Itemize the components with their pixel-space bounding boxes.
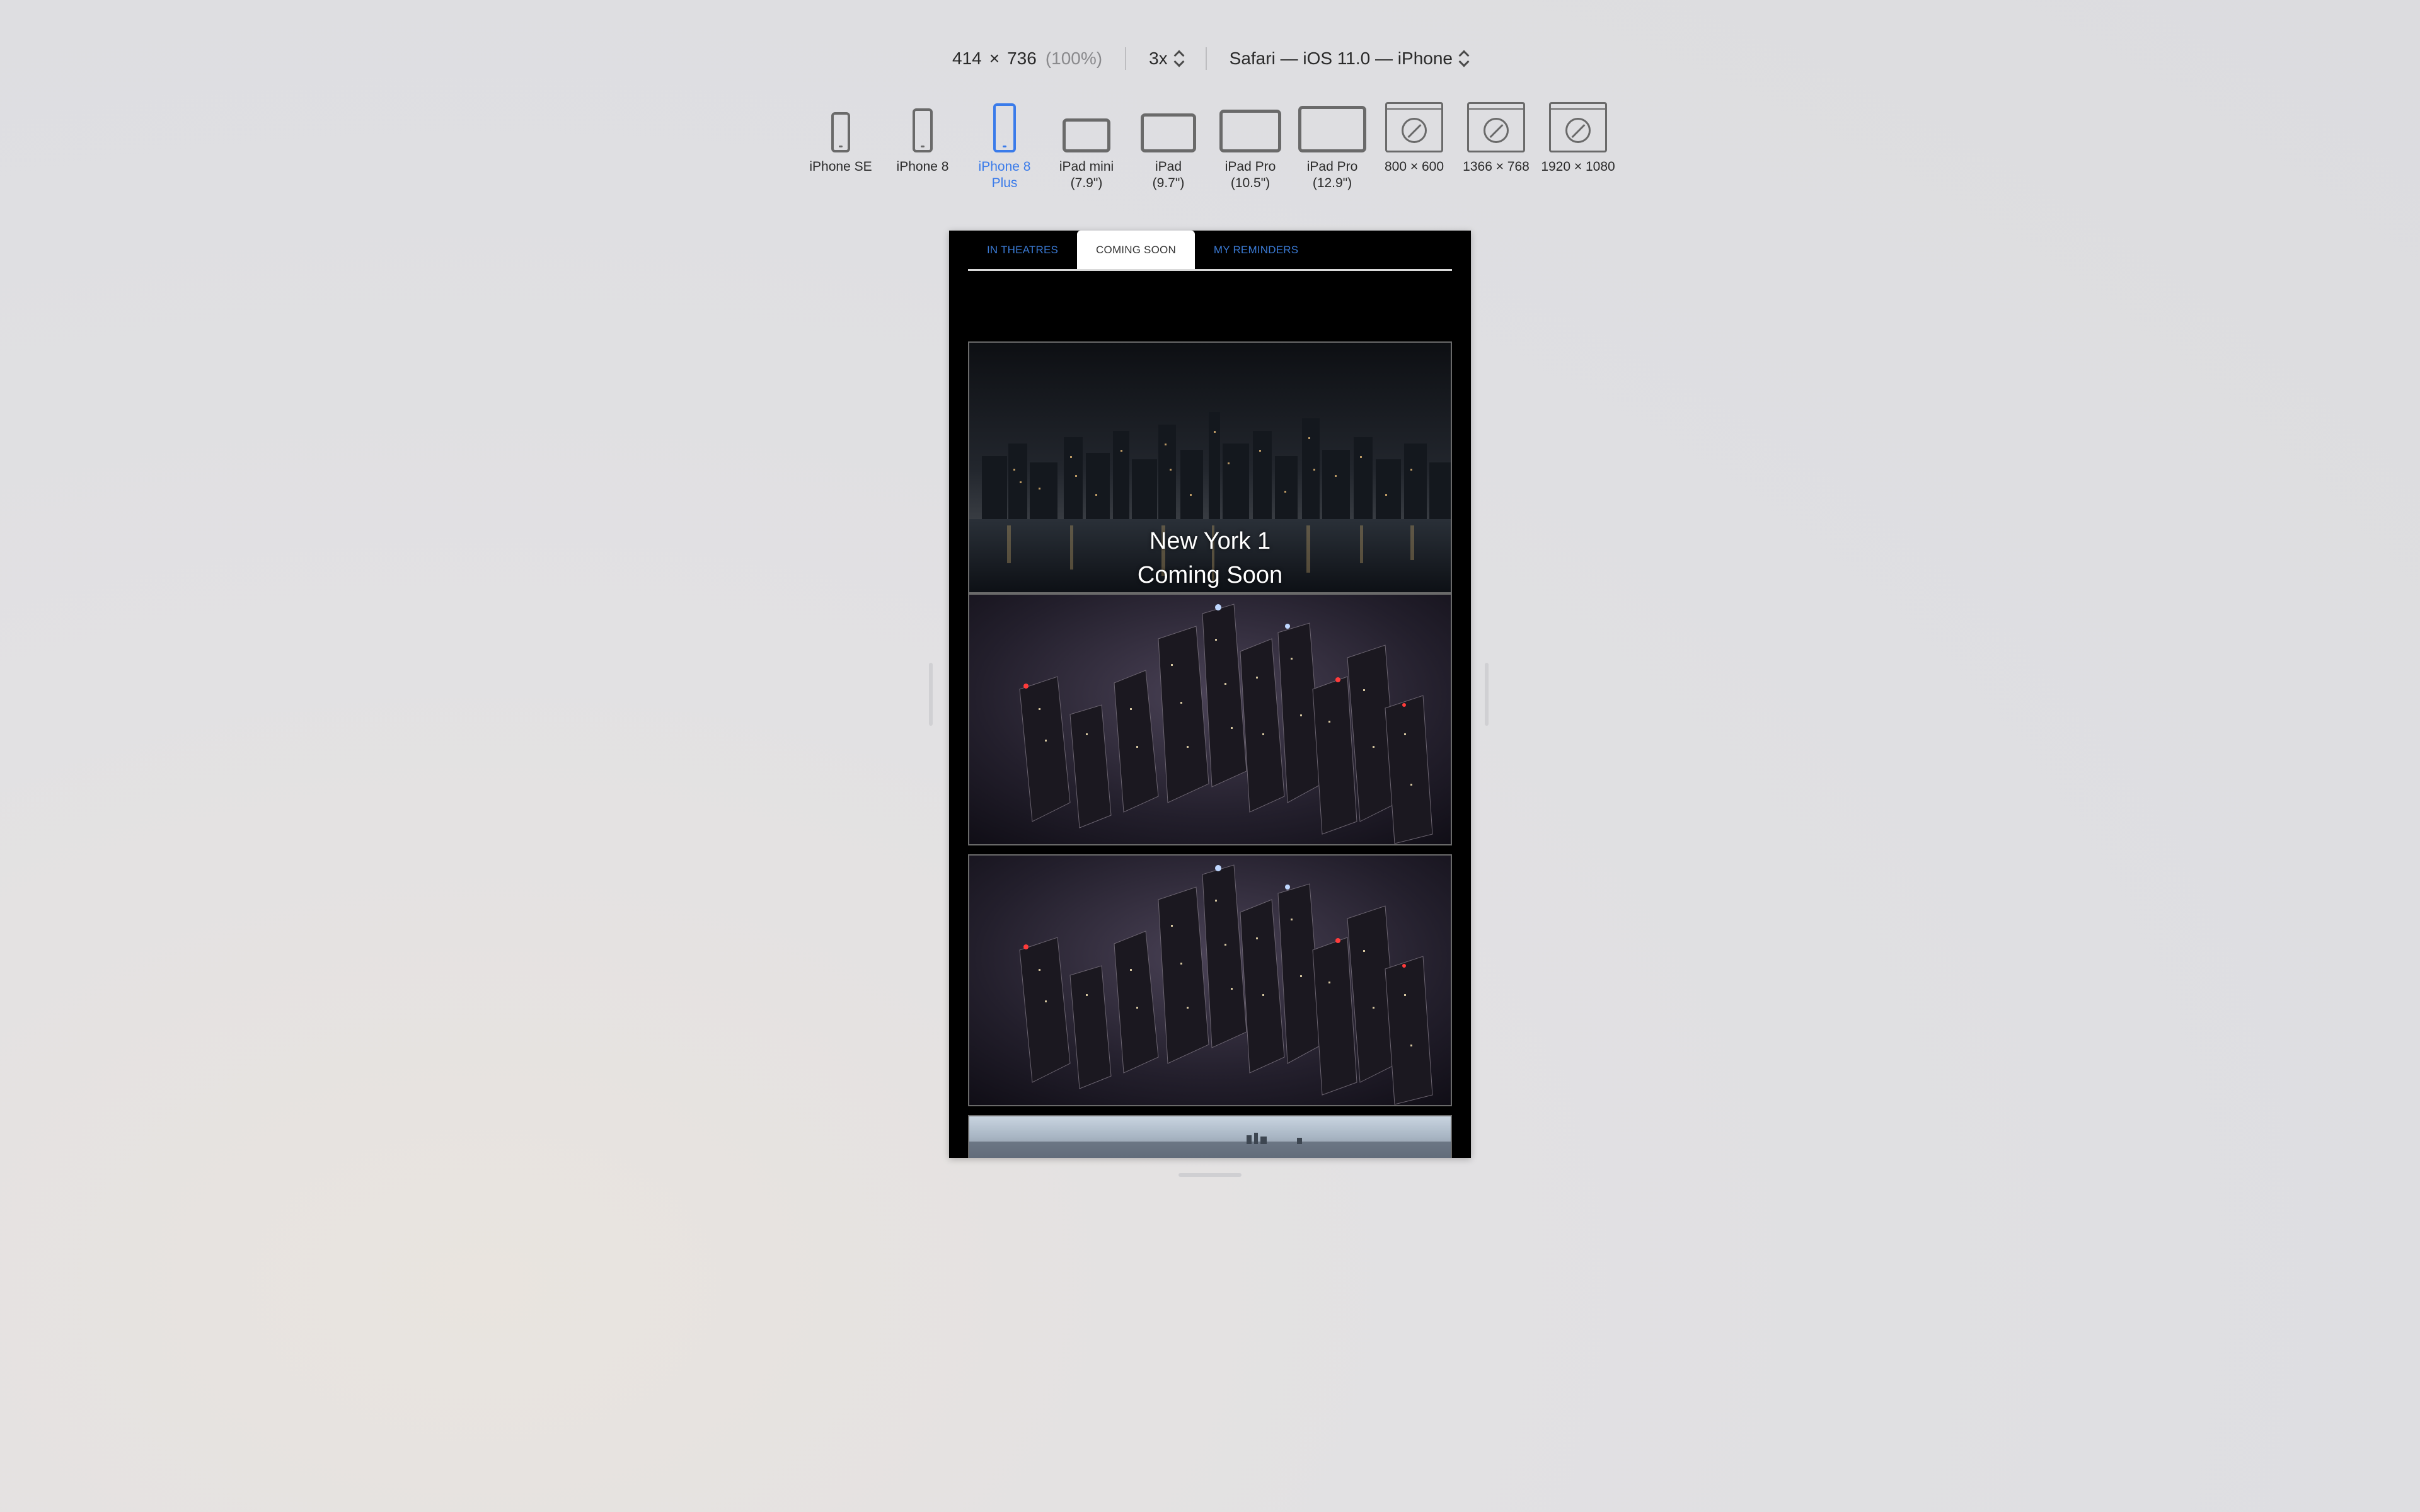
device-label: 1366 × 768 (1463, 159, 1530, 174)
device-ipad-pro-12[interactable]: iPad Pro (12.9") (1291, 101, 1373, 192)
device-label: iPad Pro (1224, 159, 1276, 174)
device-1920x1080[interactable]: 1920 × 1080 (1537, 101, 1619, 175)
movie-card[interactable]: New York 1 Coming Soon (968, 341, 1452, 593)
iphone-icon (913, 108, 933, 152)
city-aerial-night-image (969, 595, 1451, 844)
viewport-width: 414 (952, 49, 982, 68)
movie-card[interactable] (968, 1115, 1452, 1158)
pixel-ratio-value: 3x (1149, 49, 1168, 68)
movie-title: New York 1 (1149, 528, 1271, 554)
viewport-height: 736 (1007, 49, 1037, 68)
ipad-icon (1063, 118, 1110, 152)
device-label: iPhone 8 (896, 159, 949, 174)
tab-in-theatres[interactable]: IN THEATRES (968, 231, 1077, 269)
safari-window-icon (1467, 102, 1525, 152)
device-viewport: IN THEATRES COMING SOON MY REMINDERS New… (949, 231, 1471, 1158)
movie-list: New York 1 Coming Soon (968, 341, 1452, 1158)
device-presets: iPhone SE iPhone 8 iPhone 8 Plus iPad mi… (0, 101, 2420, 195)
device-iphone-8-plus[interactable]: iPhone 8 Plus (964, 101, 1046, 192)
device-iphone-se[interactable]: iPhone SE (800, 101, 882, 175)
device-label: 800 × 600 (1384, 159, 1444, 174)
movie-status: Coming Soon (1137, 562, 1283, 588)
iphone-icon (993, 103, 1016, 152)
device-800x600[interactable]: 800 × 600 (1373, 101, 1455, 175)
user-agent-value: Safari — iOS 11.0 — iPhone (1229, 49, 1453, 68)
device-ipad-pro-10[interactable]: iPad Pro (10.5") (1209, 101, 1291, 192)
device-label: iPhone 8 (978, 159, 1031, 174)
compass-icon (1565, 118, 1591, 143)
device-label-line2: (12.9") (1312, 176, 1352, 190)
city-aerial-day-image (969, 1116, 1451, 1158)
iphone-icon (831, 112, 850, 152)
city-aerial-night-image (969, 856, 1451, 1105)
pixel-ratio-select[interactable]: 3x (1126, 49, 1206, 69)
responsive-toolbar: 414 × 736 (100%) 3x Safari — iOS 11.0 — … (0, 44, 2420, 73)
ipad-icon (1298, 106, 1366, 152)
resize-handle-right[interactable] (1485, 663, 1489, 726)
device-label-line2: (7.9") (1070, 176, 1103, 190)
movie-card[interactable] (968, 854, 1452, 1106)
chevron-updown-icon (1174, 50, 1183, 67)
device-1366x768[interactable]: 1366 × 768 (1455, 101, 1537, 175)
safari-window-icon (1549, 102, 1607, 152)
device-label: iPad Pro (1306, 159, 1358, 174)
zoom-level: (100%) (1045, 49, 1103, 68)
device-label-line2: (10.5") (1230, 176, 1270, 190)
size-separator: × (989, 49, 1000, 68)
device-ipad[interactable]: iPad (9.7") (1127, 101, 1209, 192)
compass-icon (1484, 118, 1509, 143)
device-label-line2: (9.7") (1152, 176, 1185, 190)
ipad-icon (1141, 113, 1196, 152)
resize-handle-bottom[interactable] (1178, 1173, 1242, 1177)
device-label: 1920 × 1080 (1541, 159, 1615, 174)
device-label: iPad (1155, 159, 1182, 174)
safari-window-icon (1385, 102, 1443, 152)
ipad-icon (1219, 110, 1281, 152)
tab-coming-soon[interactable]: COMING SOON (1077, 231, 1195, 269)
movie-card[interactable] (968, 593, 1452, 845)
viewport-size-readout[interactable]: 414 × 736 (100%) (930, 49, 1125, 69)
compass-icon (1402, 118, 1427, 143)
device-iphone-8[interactable]: iPhone 8 (882, 101, 964, 175)
movie-tabs: IN THEATRES COMING SOON MY REMINDERS (968, 231, 1452, 271)
device-ipad-mini[interactable]: iPad mini (7.9") (1046, 101, 1127, 192)
device-label-line2: Plus (991, 176, 1018, 190)
device-label: iPad mini (1059, 159, 1114, 174)
device-label: iPhone SE (809, 159, 872, 174)
resize-handle-left[interactable] (929, 663, 933, 726)
tab-my-reminders[interactable]: MY REMINDERS (1195, 231, 1317, 269)
card-caption: New York 1 Coming Soon (969, 524, 1451, 592)
chevron-updown-icon (1459, 50, 1468, 67)
user-agent-select[interactable]: Safari — iOS 11.0 — iPhone (1207, 49, 1490, 69)
